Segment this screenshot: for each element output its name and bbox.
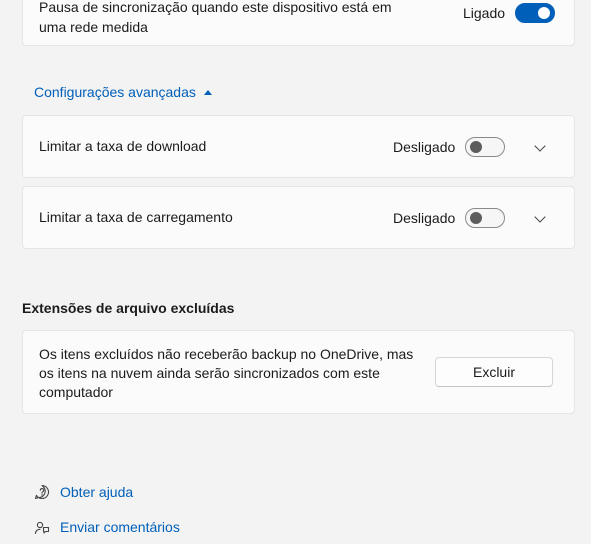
help-icon (34, 484, 50, 500)
exclude-button[interactable]: Excluir (435, 357, 553, 387)
chevron-down-icon[interactable] (534, 140, 546, 152)
chevron-down-icon[interactable] (534, 211, 546, 223)
metered-network-card: Pausa de sincronização quando este dispo… (22, 0, 575, 46)
metered-network-toggle-group: Ligado (463, 3, 556, 23)
get-help-link[interactable]: Obter ajuda (34, 484, 133, 500)
excluded-extensions-title: Extensões de arquivo excluídas (22, 300, 235, 316)
excluded-extensions-text: Os itens excluídos não receberão backup … (39, 346, 414, 400)
metered-network-state: Ligado (463, 5, 506, 21)
upload-limit-card[interactable]: Limitar a taxa de carregamento Desligado (22, 186, 575, 249)
excluded-extensions-card: Os itens excluídos não receberão backup … (22, 330, 575, 414)
send-feedback-link[interactable]: Enviar comentários (34, 519, 180, 535)
advanced-settings-label: Configurações avançadas (34, 84, 196, 100)
send-feedback-label: Enviar comentários (60, 519, 180, 535)
download-limit-toggle[interactable] (465, 137, 506, 157)
upload-limit-toggle-group: Desligado (393, 208, 506, 228)
upload-limit-toggle[interactable] (465, 208, 506, 228)
download-limit-state: Desligado (393, 139, 456, 155)
download-limit-card[interactable]: Limitar a taxa de download Desligado (22, 115, 575, 178)
download-limit-toggle-group: Desligado (393, 137, 506, 157)
download-limit-label: Limitar a taxa de download (39, 138, 207, 154)
upload-limit-state: Desligado (393, 210, 456, 226)
get-help-label: Obter ajuda (60, 484, 134, 500)
feedback-icon (34, 519, 50, 535)
metered-network-text: Pausa de sincronização quando este dispo… (39, 0, 392, 35)
upload-limit-label: Limitar a taxa de carregamento (39, 209, 233, 225)
metered-network-toggle[interactable] (515, 3, 556, 23)
caret-up-icon (203, 90, 212, 95)
advanced-settings-link[interactable]: Configurações avançadas (34, 84, 212, 100)
